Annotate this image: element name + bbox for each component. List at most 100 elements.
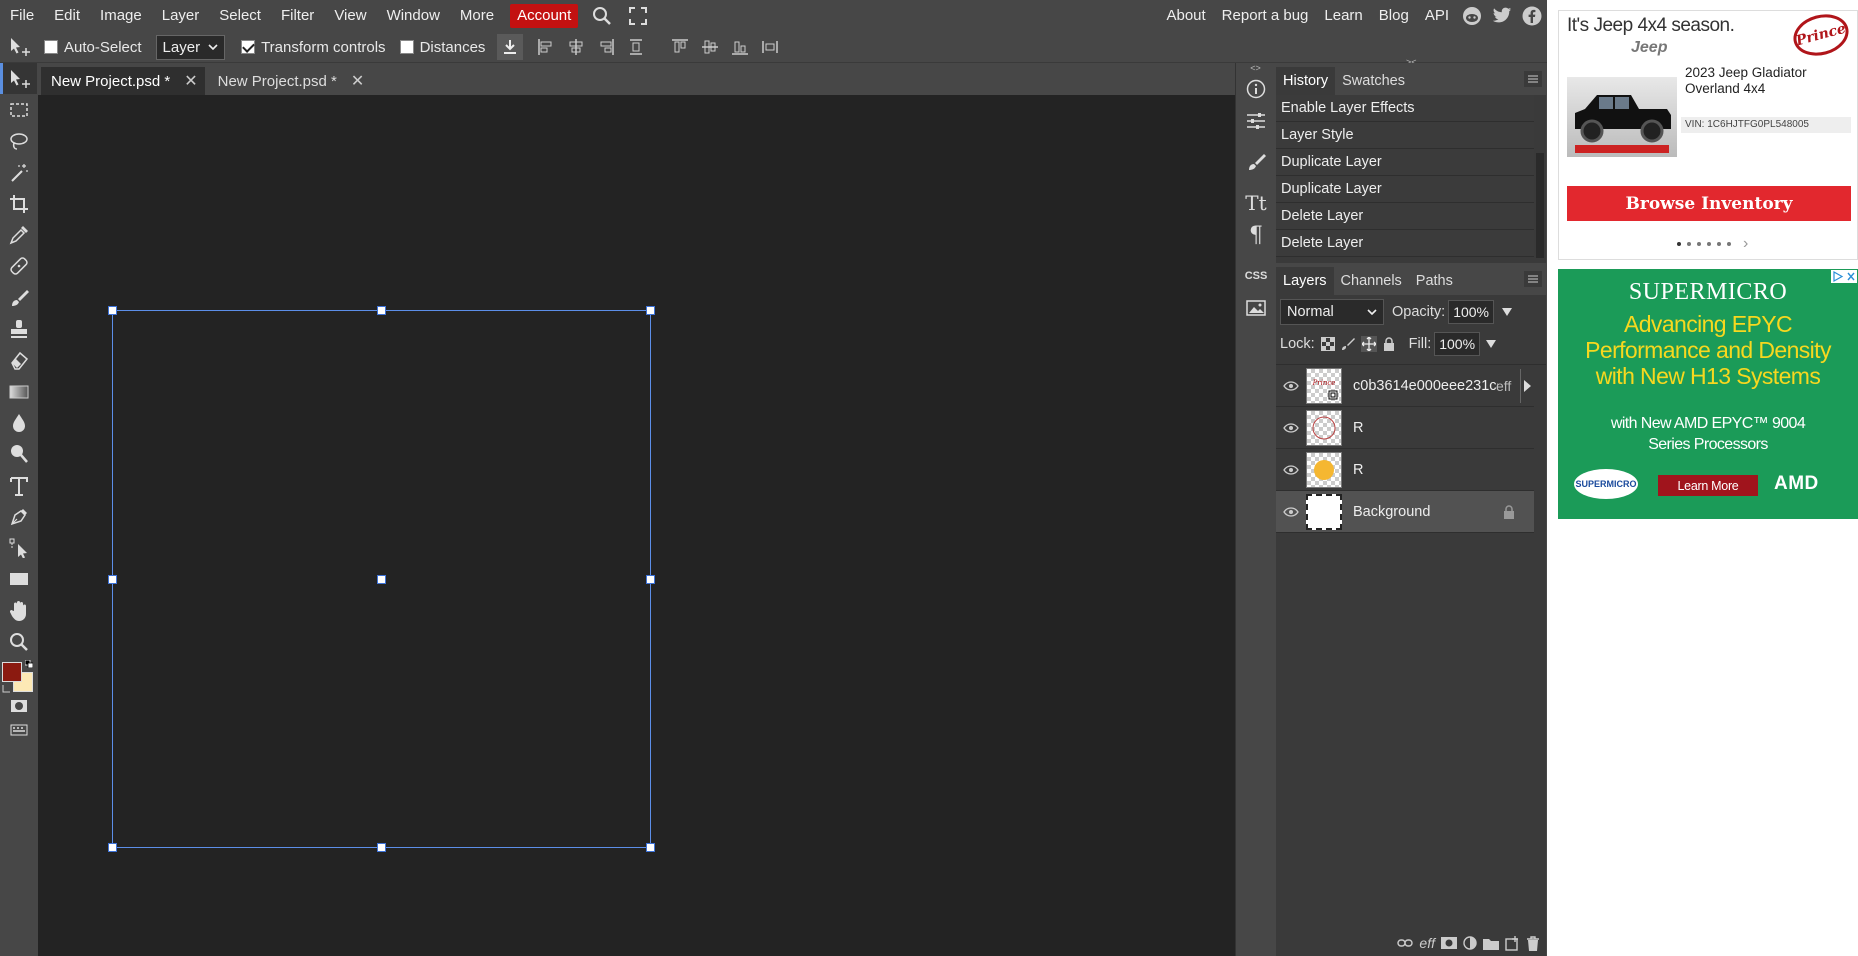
layer-name[interactable]: c0b3614e000eee231cef3 [1353, 378, 1498, 394]
link-learn[interactable]: Learn [1316, 0, 1370, 32]
lock-pixels-icon[interactable] [1341, 337, 1355, 351]
transform-controls-check[interactable] [241, 40, 256, 54]
layer-name[interactable]: R [1353, 462, 1521, 478]
tab-paths[interactable]: Paths [1409, 267, 1460, 295]
rectangle-tool-icon[interactable] [0, 564, 37, 595]
fill-input[interactable]: 100% [1434, 332, 1481, 356]
expand-effects-icon[interactable] [1520, 369, 1534, 403]
auto-select-checkbox[interactable]: Auto-Select [44, 32, 142, 63]
effects-badge[interactable]: eff [1496, 378, 1511, 394]
align-middle-v-icon[interactable] [695, 32, 725, 63]
panel-menu-icon[interactable] [1524, 271, 1542, 287]
path-selection-icon[interactable] [0, 532, 37, 563]
transform-bounding-box[interactable] [108, 306, 655, 852]
zoom-tool-icon[interactable] [0, 626, 37, 657]
panel-menu-icon[interactable] [1524, 71, 1542, 87]
learn-more-button[interactable]: Learn More [1658, 475, 1758, 496]
healing-brush-icon[interactable] [0, 251, 37, 282]
auto-select-check[interactable] [44, 40, 58, 54]
menu-more[interactable]: More [450, 0, 504, 32]
tab-channels[interactable]: Channels [1334, 267, 1409, 295]
move-tool-icon[interactable] [0, 63, 37, 95]
layer-name[interactable]: Background [1353, 504, 1503, 520]
crop-tool-icon[interactable] [0, 188, 37, 219]
menu-edit[interactable]: Edit [44, 0, 90, 32]
link-about[interactable]: About [1158, 0, 1213, 32]
fullscreen-icon[interactable] [620, 0, 656, 32]
eye-icon[interactable] [1276, 422, 1306, 433]
carousel-dot[interactable] [1697, 242, 1701, 246]
account-button[interactable]: Account [510, 4, 579, 28]
layer-effects-button[interactable]: eff [1419, 935, 1435, 951]
transform-handle-top-left[interactable] [108, 306, 117, 315]
document-tab[interactable]: New Project.psd * ✕ [41, 67, 205, 95]
paragraph-panel-icon[interactable]: ¶ [1236, 219, 1276, 251]
magic-wand-icon[interactable] [0, 157, 37, 188]
history-item[interactable]: Delete Layer [1276, 203, 1534, 230]
twitter-icon[interactable] [1487, 0, 1517, 32]
lasso-tool-icon[interactable] [0, 126, 37, 157]
layer-row[interactable]: Prince c0b3614e000eee231cef3 eff [1276, 365, 1534, 407]
jeep-ad[interactable]: It's Jeep 4x4 season. Jeep Prince 2023 J… [1558, 10, 1858, 260]
menu-filter[interactable]: Filter [271, 0, 324, 32]
layer-name[interactable]: R [1353, 420, 1521, 436]
lock-all-icon[interactable] [1383, 337, 1395, 351]
browse-inventory-button[interactable]: Browse Inventory [1567, 186, 1851, 221]
default-colors-icon[interactable] [25, 659, 33, 668]
menu-file[interactable]: File [0, 0, 44, 32]
pen-tool-icon[interactable] [0, 501, 37, 532]
type-tool-icon[interactable] [0, 470, 37, 501]
gradient-tool-icon[interactable] [0, 376, 37, 407]
tab-history[interactable]: History [1276, 67, 1336, 95]
eyedropper-icon[interactable] [0, 219, 37, 250]
document-tab[interactable]: New Project.psd * ✕ [208, 67, 372, 95]
carousel-dot[interactable] [1677, 242, 1681, 246]
css-panel-icon[interactable]: CSS [1236, 260, 1276, 292]
history-item[interactable]: Delete Layer [1276, 230, 1534, 257]
menu-select[interactable]: Select [209, 0, 271, 32]
keyboard-icon[interactable] [0, 718, 37, 742]
distribute-h-icon[interactable] [621, 32, 651, 63]
layer-row[interactable]: R [1276, 407, 1534, 449]
clone-stamp-icon[interactable] [0, 313, 37, 344]
fill-dropdown-icon[interactable] [1486, 340, 1497, 348]
eye-icon[interactable] [1276, 506, 1306, 517]
align-bottom-icon[interactable] [725, 32, 755, 63]
distribute-v-icon[interactable] [755, 32, 785, 63]
opacity-dropdown-icon[interactable] [1502, 308, 1512, 316]
layer-row[interactable]: R [1276, 449, 1534, 491]
transform-handle-right[interactable] [646, 575, 655, 584]
menu-image[interactable]: Image [90, 0, 152, 32]
layer-row[interactable]: Background [1276, 491, 1534, 533]
transform-controls-checkbox[interactable]: Transform controls [241, 32, 386, 63]
marquee-tool-icon[interactable] [0, 94, 37, 125]
hand-tool-icon[interactable] [0, 595, 37, 626]
link-layers-icon[interactable] [1397, 938, 1414, 948]
tab-swatches[interactable]: Swatches [1335, 67, 1412, 95]
foreground-color[interactable] [2, 661, 22, 682]
delete-layer-icon[interactable] [1526, 935, 1540, 951]
lock-position-icon[interactable] [1360, 336, 1377, 352]
link-report-bug[interactable]: Report a bug [1214, 0, 1317, 32]
history-scrollbar[interactable] [1536, 153, 1544, 258]
adjustment-layer-icon[interactable] [1463, 936, 1477, 950]
chevron-right-icon[interactable]: › [1743, 236, 1748, 252]
collapse-arrows-icon[interactable]: <> [1236, 63, 1275, 73]
close-icon[interactable]: ✕ [184, 71, 197, 91]
transform-handle-top-right[interactable] [646, 306, 655, 315]
new-layer-icon[interactable] [1505, 935, 1520, 951]
eraser-tool-icon[interactable] [0, 345, 37, 376]
link-blog[interactable]: Blog [1371, 0, 1417, 32]
reddit-icon[interactable] [1457, 0, 1487, 32]
transform-handle-left[interactable] [108, 575, 117, 584]
close-icon[interactable]: ✕ [351, 71, 364, 91]
ad-carousel-dots[interactable]: › [1677, 236, 1748, 252]
brush-tool-icon[interactable] [0, 282, 37, 313]
align-center-h-icon[interactable] [561, 32, 591, 63]
blend-mode-select[interactable]: Normal [1280, 299, 1384, 325]
history-item[interactable]: Enable Layer Effects [1276, 95, 1534, 122]
carousel-dot[interactable] [1727, 242, 1731, 246]
distances-check[interactable] [399, 40, 414, 54]
history-item[interactable]: Layer Style [1276, 122, 1534, 149]
facebook-icon[interactable] [1517, 0, 1547, 32]
